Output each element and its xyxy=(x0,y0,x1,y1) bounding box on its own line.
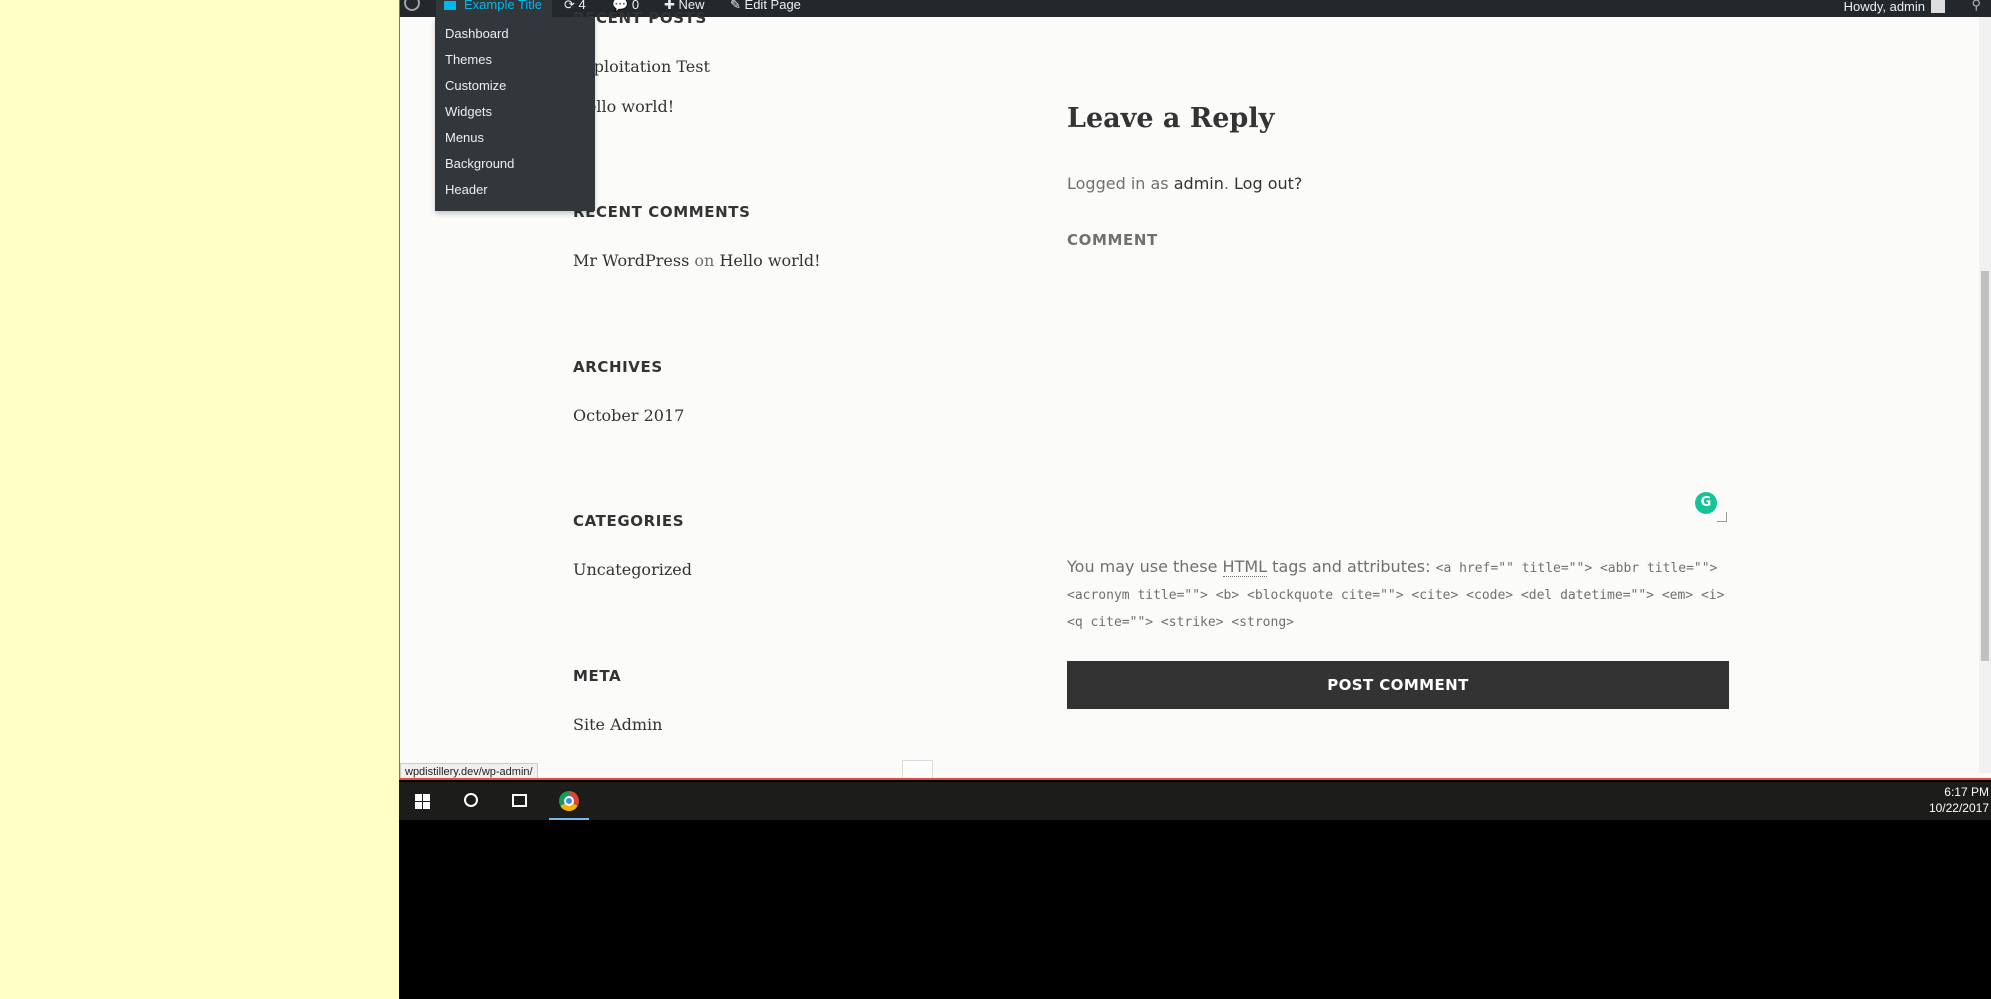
resize-handle-icon[interactable] xyxy=(1717,512,1727,522)
comment-post-link[interactable]: Hello world! xyxy=(719,251,820,270)
grammarly-icon[interactable]: G xyxy=(1695,492,1717,514)
task-view-icon[interactable] xyxy=(495,782,543,820)
account-menu[interactable]: Howdy, admin xyxy=(1844,0,1945,14)
site-dropdown-menu: Dashboard Themes Customize Widgets Menus… xyxy=(435,17,595,211)
allowed-mid: tags and attributes: xyxy=(1272,557,1431,576)
logout-link[interactable]: Log out? xyxy=(1234,174,1302,193)
home-icon xyxy=(444,1,456,10)
clock-date: 10/22/2017 xyxy=(1928,801,1989,815)
browser-viewport: Example Title ⟳ 4 💬 0 ✚ New ✎ Edit Page … xyxy=(399,0,1991,780)
logged-in-text: Logged in as admin. Log out? xyxy=(1067,174,1303,193)
site-name-menu[interactable]: Example Title xyxy=(436,0,553,17)
edit-page-button[interactable]: ✎ Edit Page xyxy=(730,0,801,13)
edit-label: Edit Page xyxy=(744,0,801,12)
menu-item-header[interactable]: Header xyxy=(445,182,488,197)
chrome-icon[interactable] xyxy=(549,782,589,820)
scrollbar-thumb[interactable] xyxy=(1981,271,1989,661)
avatar xyxy=(1931,0,1945,13)
archives-title: ARCHIVES xyxy=(573,358,663,376)
menu-item-dashboard[interactable]: Dashboard xyxy=(445,26,509,41)
recent-comment-entry: Mr WordPress on Hello world! xyxy=(573,251,821,270)
menu-item-themes[interactable]: Themes xyxy=(445,52,492,67)
page-scrollbar[interactable] xyxy=(1979,17,1991,773)
allowed-tags-note: You may use these HTML tags and attribut… xyxy=(1067,554,1727,635)
taskbar-clock[interactable]: 6:17 PM 10/22/2017 xyxy=(1929,784,1989,816)
menu-item-menus[interactable]: Menus xyxy=(445,130,484,145)
howdy-text: Howdy, admin xyxy=(1843,0,1925,14)
cortana-search-icon[interactable] xyxy=(447,782,495,820)
pencil-icon: ✎ xyxy=(730,0,741,12)
post-comment-button[interactable]: POST COMMENT xyxy=(1067,661,1729,709)
screen: Example Title ⟳ 4 💬 0 ✚ New ✎ Edit Page … xyxy=(399,0,1991,999)
menu-item-customize[interactable]: Customize xyxy=(445,78,506,93)
html-abbr: HTML xyxy=(1222,557,1268,577)
windows-start-icon[interactable] xyxy=(399,782,447,820)
menu-item-background[interactable]: Background xyxy=(445,156,514,171)
logged-in-prefix: Logged in as xyxy=(1067,174,1169,193)
categories-title: CATEGORIES xyxy=(573,512,685,530)
bottom-widget-stub xyxy=(902,760,933,778)
site-title[interactable]: Example Title xyxy=(464,0,542,12)
meta-title: META xyxy=(573,667,622,685)
comment-label: COMMENT xyxy=(1067,231,1158,249)
recent-comments-title: RECENT COMMENTS xyxy=(573,203,751,221)
reply-title: Leave a Reply xyxy=(1067,103,1275,134)
site-admin-link[interactable]: Site Admin xyxy=(573,715,662,734)
status-url-tooltip: wpdistillery.dev/wp-admin/ xyxy=(400,763,538,778)
comment-author-link[interactable]: Mr WordPress xyxy=(573,251,689,270)
comment-textarea[interactable] xyxy=(1067,262,1733,526)
on-text: on xyxy=(694,251,715,270)
profile-link[interactable]: admin xyxy=(1174,174,1224,193)
clock-time: 6:17 PM xyxy=(1944,785,1989,799)
search-icon[interactable]: ⚲ xyxy=(1971,0,1981,13)
allowed-prefix: You may use these xyxy=(1067,557,1218,576)
menu-item-widgets[interactable]: Widgets xyxy=(445,104,492,119)
wordpress-logo-icon[interactable] xyxy=(404,0,420,11)
archive-link[interactable]: October 2017 xyxy=(573,406,684,425)
category-link[interactable]: Uncategorized xyxy=(573,560,692,579)
taskbar: 6:17 PM 10/22/2017 xyxy=(399,782,1991,820)
